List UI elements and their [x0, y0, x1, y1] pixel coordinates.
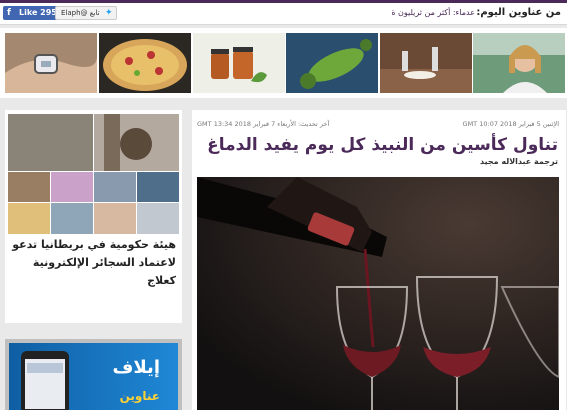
mosaic-tile-10	[137, 203, 179, 234]
facebook-icon: f	[7, 8, 11, 18]
wine-pour-image	[197, 177, 559, 410]
header-bar: f Like 295k تابع @Elaph ✦ عدماء: أكثر من…	[0, 3, 567, 25]
virus-image	[286, 33, 378, 93]
mosaic-tile-4	[51, 172, 93, 202]
sidebar-story-card[interactable]: هيئة حكومية في بريطانيا تدعو لاعتماد الس…	[5, 110, 182, 323]
mosaic-tile-3	[8, 172, 50, 202]
dinner-table-image	[380, 33, 472, 93]
article-headline: تناول كأسين من النبيذ كل يوم يفيد الدماغ	[207, 135, 558, 155]
smartwatch-image	[5, 33, 97, 93]
mosaic-tile-1	[8, 114, 93, 171]
twitter-icon: ✦	[104, 8, 113, 18]
thumbnail-pizza[interactable]	[99, 33, 191, 93]
mosaic-tile-8	[51, 203, 93, 234]
published-date: الإثنين 5 فبراير 2018 10:07 GMT	[462, 120, 559, 128]
sidebar-image-mosaic	[8, 114, 179, 234]
article-byline: ترجمة عبدالاله مجيد	[479, 157, 558, 166]
article-photo	[197, 177, 559, 410]
ad-banner: إيلاف عناوين	[9, 343, 178, 410]
mosaic-tile-2	[94, 114, 179, 171]
article-panel: الإثنين 5 فبراير 2018 10:07 GMT آخر تحدي…	[192, 110, 566, 410]
ad-subtitle: عناوين	[119, 389, 160, 403]
ad-title: إيلاف	[112, 357, 160, 378]
mosaic-tile-6	[137, 172, 179, 202]
article-meta: الإثنين 5 فبراير 2018 10:07 GMT آخر تحدي…	[197, 120, 559, 130]
elaph-app-ad[interactable]: إيلاف عناوين	[5, 339, 182, 410]
mosaic-tile-5	[94, 172, 136, 202]
thumbnail-smartwatch[interactable]	[5, 33, 97, 93]
jars-image	[193, 33, 285, 93]
twitter-follow-button[interactable]: تابع @Elaph ✦	[55, 6, 117, 20]
mosaic-tile-7	[8, 203, 50, 234]
updated-date: آخر تحديث: الأربعاء 7 فبراير 2018 13:34 …	[197, 120, 330, 128]
thumbnail-strip	[0, 28, 567, 98]
pizza-image	[99, 33, 191, 93]
thumbnail-virus[interactable]	[286, 33, 378, 93]
sidebar-story-title[interactable]: هيئة حكومية في بريطانيا تدعو لاعتماد الس…	[10, 236, 176, 290]
thumbnail-woman-portrait[interactable]	[473, 33, 565, 93]
headlines-label: من عناوين اليوم:	[476, 7, 561, 18]
thumbnail-jars[interactable]	[193, 33, 285, 93]
mosaic-tile-9	[94, 203, 136, 234]
phone-icon	[21, 351, 69, 410]
headline-ticker-link[interactable]: عدماء: أكثر من ثريليون ة	[391, 8, 475, 17]
thumbnail-dinner-table[interactable]	[380, 33, 472, 93]
twitter-follow-label: تابع @Elaph	[61, 9, 100, 17]
woman-portrait-image	[473, 33, 565, 93]
